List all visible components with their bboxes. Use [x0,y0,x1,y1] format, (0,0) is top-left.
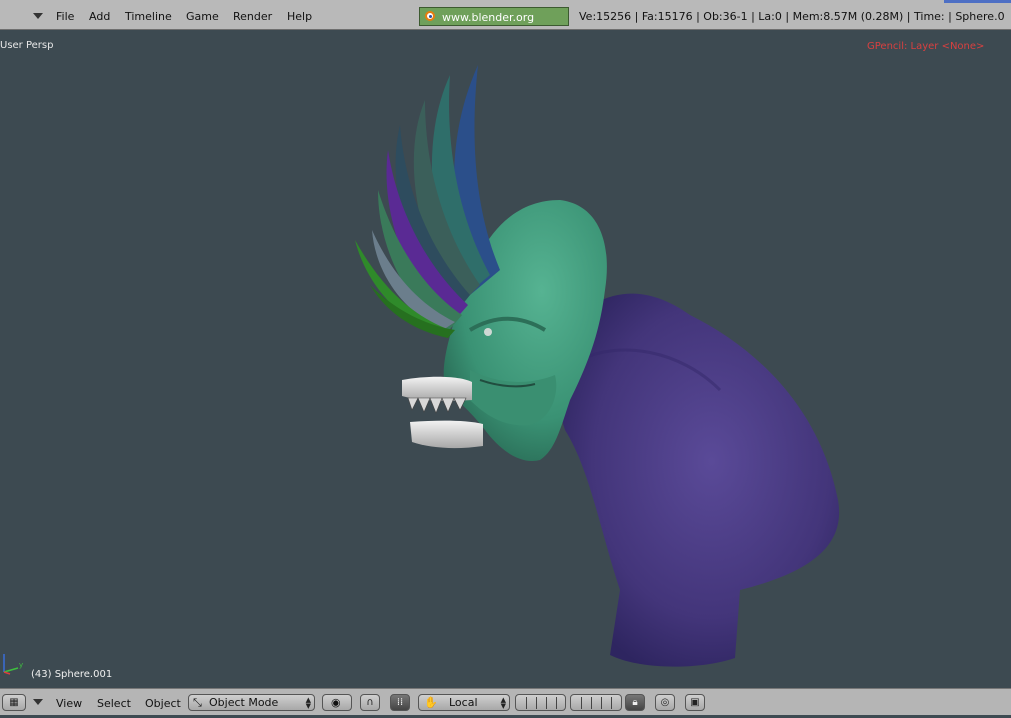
lower-teeth [410,420,483,449]
3d-viewport[interactable]: User Persp GPencil: Layer <None> y (43) … [0,30,1011,688]
hand-icon: ✋ [424,696,438,709]
axis-gizmo-icon: y [3,654,23,675]
blender-logo-icon [425,11,435,21]
menu-timeline[interactable]: Timeline [125,0,172,30]
scene-stats: Ve:15256 | Fa:15176 | Ob:36-1 | La:0 | M… [579,10,1005,23]
active-object-label: (43) Sphere.001 [31,669,113,680]
sculpt-model [355,65,840,667]
menu-view[interactable]: View [56,689,82,718]
svg-text:y: y [19,661,23,669]
menu-render[interactable]: Render [233,0,272,30]
draw-type-selector[interactable]: ◉ [322,694,352,711]
layers-icon-2[interactable] [570,694,622,711]
menu-select[interactable]: Select [97,689,131,718]
info-header: File Add Timeline Game Render Help www.b… [0,0,1011,43]
pivot-label: Local [449,696,478,709]
view3d-header: ▦ View Select Object ⤡ Object Mode ▲ ▼ ◉ … [0,688,1011,715]
lock-icon[interactable]: 🔒︎ [625,694,645,711]
layers-icon[interactable] [515,694,566,711]
menu-game[interactable]: Game [186,0,219,30]
mode-icon: ⤡ [193,696,202,709]
torso-shape [555,293,840,667]
chevron-down-icon[interactable] [33,13,43,19]
upper-teeth [402,376,472,401]
menu-add[interactable]: Add [89,0,110,30]
updown-arrows-icon: ▲ ▼ [500,696,506,710]
menu-file[interactable]: File [56,0,74,30]
editor-type-icon[interactable]: ▦ [2,694,26,711]
eye-shape [484,328,492,336]
updown-arrows-icon: ▲ ▼ [305,696,311,710]
mode-selector[interactable]: ⤡ Object Mode ▲ ▼ [188,694,315,711]
blender-website-button[interactable]: www.blender.org 249.2 [419,7,569,43]
menu-object[interactable]: Object [145,689,181,718]
render-icon[interactable]: ◎ [655,694,675,711]
view-label: User Persp [0,40,54,51]
gpencil-label: GPencil: Layer <None> [867,41,985,52]
mode-label: Object Mode [209,696,279,709]
teeth-fangs [407,397,467,414]
menu-help[interactable]: Help [287,0,312,30]
magnet-icon[interactable]: ∩ [360,694,380,711]
image-icon[interactable]: ▣ [685,694,705,711]
pivot-selector[interactable]: ✋ Local ▲ ▼ [418,694,510,711]
chevron-down-icon[interactable] [33,699,43,705]
manipulator-icon[interactable]: ⁞⁞ [390,694,410,711]
shading-icon: ◉ [331,696,341,709]
